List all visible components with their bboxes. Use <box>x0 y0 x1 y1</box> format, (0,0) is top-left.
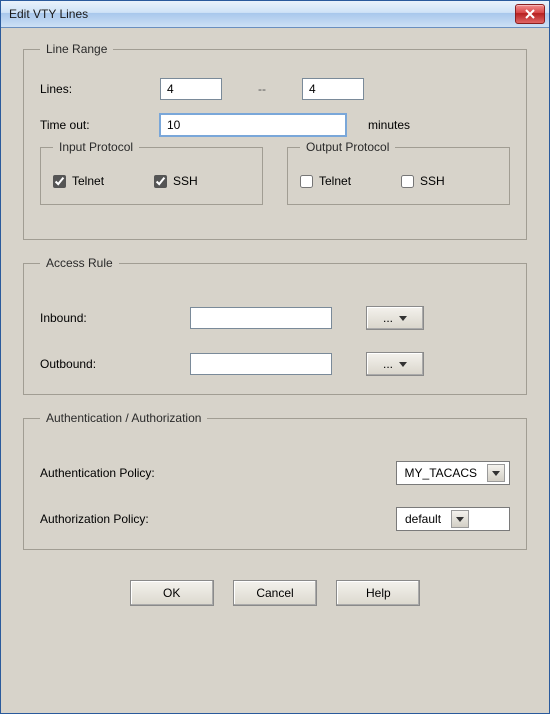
output-protocol-group: Output Protocol Telnet SSH <box>287 140 510 205</box>
authz-label: Authorization Policy: <box>40 512 300 526</box>
authz-value: default <box>405 512 451 526</box>
authz-select[interactable]: default <box>396 507 510 531</box>
line-range-legend: Line Range <box>40 42 113 56</box>
title-bar: Edit VTY Lines <box>1 1 549 28</box>
input-protocol-group: Input Protocol Telnet SSH <box>40 140 263 205</box>
inbound-picker-label: ... <box>383 311 393 325</box>
output-telnet-label: Telnet <box>319 174 351 188</box>
timeout-unit: minutes <box>368 118 410 132</box>
access-rule-legend: Access Rule <box>40 256 119 270</box>
outbound-label: Outbound: <box>40 357 190 371</box>
line-range-group: Line Range Lines: -- Time out: minutes I… <box>23 42 527 240</box>
auth-group: Authentication / Authorization Authentic… <box>23 411 527 550</box>
input-telnet-checkbox[interactable]: Telnet <box>53 174 104 188</box>
input-ssh-checkbox-input[interactable] <box>154 175 167 188</box>
chevron-down-icon <box>451 510 469 528</box>
output-protocol-legend: Output Protocol <box>300 140 395 154</box>
close-button[interactable] <box>515 4 545 24</box>
chevron-down-icon <box>487 464 505 482</box>
outbound-picker-button[interactable]: ... <box>366 352 424 376</box>
lines-separator: -- <box>252 82 272 96</box>
cancel-button[interactable]: Cancel <box>233 580 317 606</box>
timeout-input[interactable] <box>160 114 346 136</box>
input-ssh-checkbox[interactable]: SSH <box>154 174 198 188</box>
authn-label: Authentication Policy: <box>40 466 300 480</box>
edit-vty-lines-dialog: Edit VTY Lines Line Range Lines: -- Time… <box>0 0 550 714</box>
inbound-label: Inbound: <box>40 311 190 325</box>
authn-select[interactable]: MY_TACACS <box>396 461 510 485</box>
outbound-input[interactable] <box>190 353 332 375</box>
output-ssh-checkbox-input[interactable] <box>401 175 414 188</box>
lines-to-input[interactable] <box>302 78 364 100</box>
output-ssh-label: SSH <box>420 174 445 188</box>
outbound-picker-label: ... <box>383 357 393 371</box>
authn-value: MY_TACACS <box>405 466 487 480</box>
timeout-label: Time out: <box>40 118 160 132</box>
auth-legend: Authentication / Authorization <box>40 411 207 425</box>
input-ssh-label: SSH <box>173 174 198 188</box>
access-rule-group: Access Rule Inbound: ... Outbound: ... <box>23 256 527 395</box>
chevron-down-icon <box>399 362 407 367</box>
button-bar: OK Cancel Help <box>23 566 527 612</box>
output-telnet-checkbox[interactable]: Telnet <box>300 174 351 188</box>
input-telnet-checkbox-input[interactable] <box>53 175 66 188</box>
lines-label: Lines: <box>40 82 160 96</box>
inbound-input[interactable] <box>190 307 332 329</box>
help-button[interactable]: Help <box>336 580 420 606</box>
lines-from-input[interactable] <box>160 78 222 100</box>
inbound-picker-button[interactable]: ... <box>366 306 424 330</box>
input-protocol-legend: Input Protocol <box>53 140 139 154</box>
window-title: Edit VTY Lines <box>9 7 88 21</box>
output-telnet-checkbox-input[interactable] <box>300 175 313 188</box>
output-ssh-checkbox[interactable]: SSH <box>401 174 445 188</box>
close-icon <box>525 9 535 19</box>
chevron-down-icon <box>399 316 407 321</box>
input-telnet-label: Telnet <box>72 174 104 188</box>
ok-button[interactable]: OK <box>130 580 214 606</box>
